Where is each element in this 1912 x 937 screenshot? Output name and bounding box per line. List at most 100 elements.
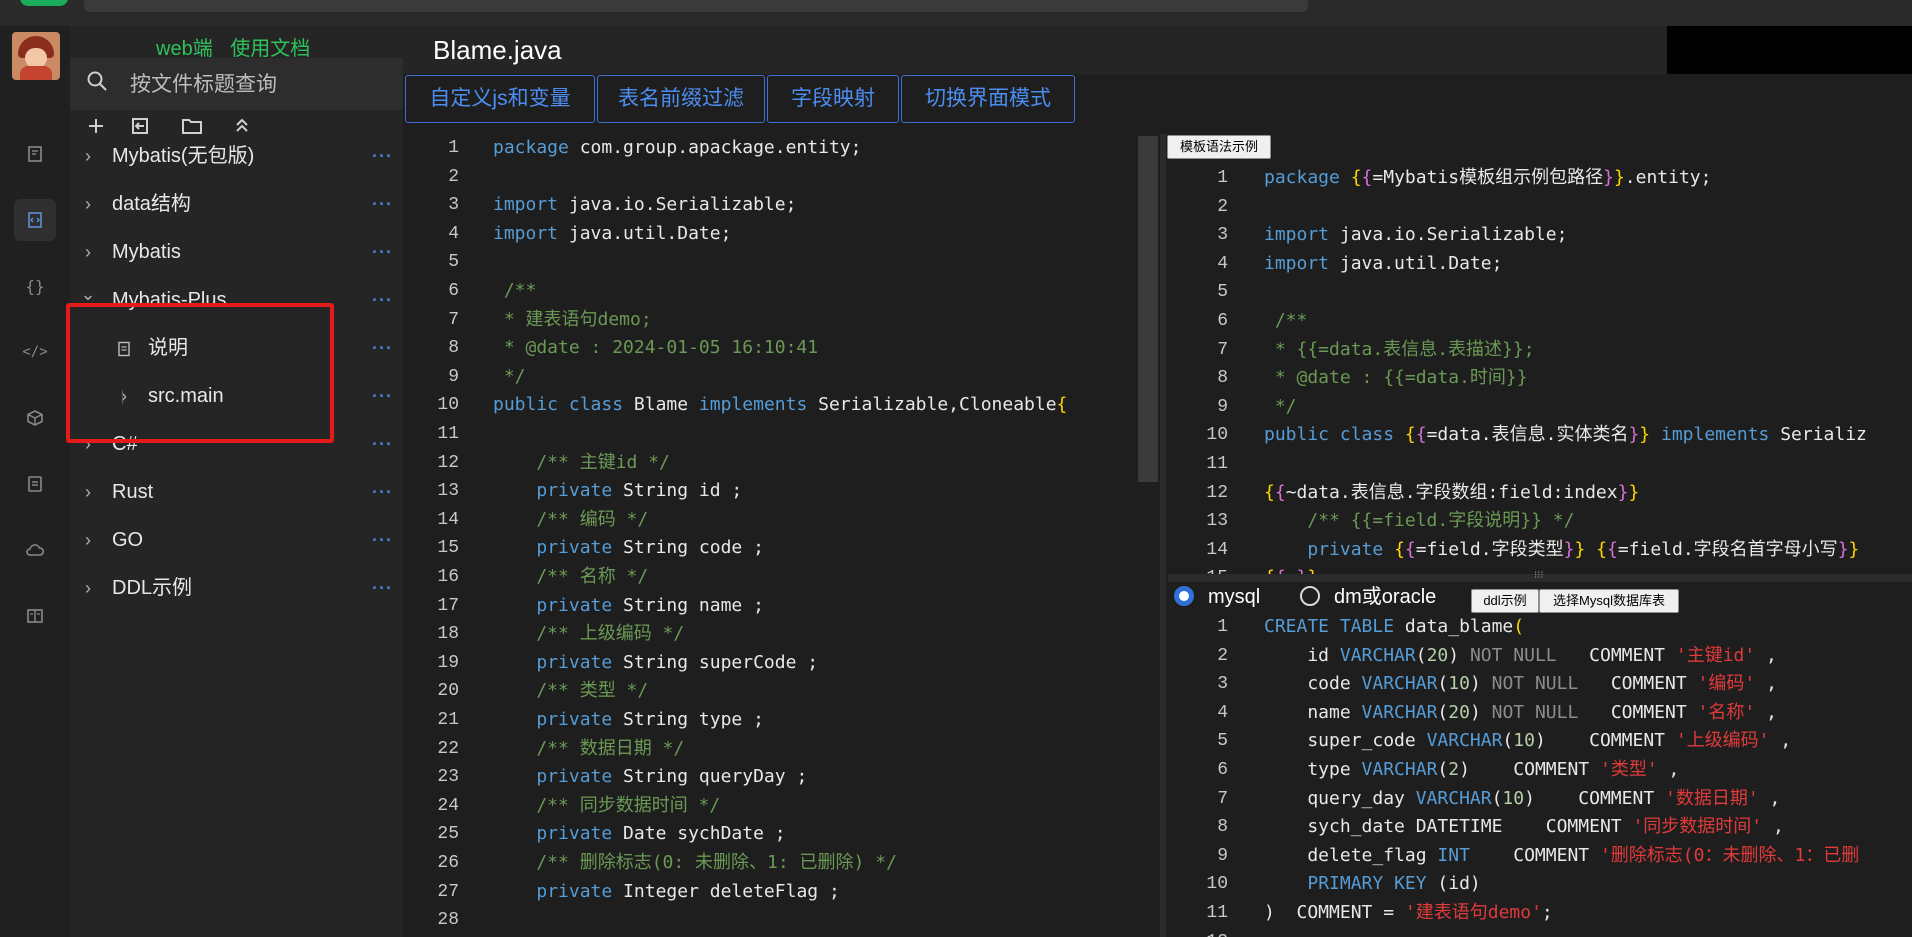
code-text: /** 主键id */ (493, 451, 670, 473)
code-line: 8 * @date : 2024-01-05 16:10:41 (403, 334, 1137, 362)
line-number: 4 (448, 223, 459, 244)
line-number: 6 (1217, 760, 1228, 780)
code-text: import java.io.Serializable; (1264, 224, 1568, 246)
tree-item-mybatis-no-package[interactable]: › Mybatis(无包版) ··· (78, 134, 398, 178)
notes-icon[interactable] (14, 133, 56, 175)
code-line: 12 {{~data.表信息.字段数组:field:index}} (1168, 479, 1912, 507)
search-input[interactable] (128, 70, 382, 100)
avatar[interactable] (12, 32, 60, 80)
code-line: 2 id VARCHAR(20) NOT NULL COMMENT '主键id'… (1168, 642, 1912, 670)
document-icon[interactable] (14, 463, 56, 505)
line-number: 7 (448, 309, 459, 330)
tree-item-rust[interactable]: › Rust ··· (78, 470, 398, 514)
docs-link[interactable]: 使用文档 (230, 38, 310, 60)
more-options-icon[interactable]: ··· (372, 278, 393, 322)
code-line: 8 sych_date DATETIME COMMENT '同步数据时间' , (1168, 813, 1912, 841)
more-options-icon[interactable]: ··· (372, 470, 393, 514)
code-text: /** 类型 */ (493, 680, 649, 702)
more-options-icon[interactable]: ··· (372, 566, 393, 610)
editor-scrollbar[interactable] (1138, 136, 1158, 482)
tree-item-ddl-example[interactable]: › DDL示例 ··· (78, 566, 398, 610)
code-text: PRIMARY KEY (id) (1307, 873, 1481, 895)
more-options-icon[interactable]: ··· (372, 230, 393, 274)
cloud-icon[interactable] (14, 529, 56, 571)
file-title-bar: Blame.java (403, 26, 1667, 74)
code-text: code VARCHAR(10) NOT NULL COMMENT '编码' , (1264, 673, 1777, 695)
code-text: package com.group.apackage.entity; (493, 137, 862, 158)
line-number: 22 (437, 738, 459, 759)
ddl-sql-editor[interactable]: 1 CREATE TABLE data_blame(2 id VARCHAR(20… (1168, 613, 1912, 937)
custom-js-variables-button[interactable]: 自定义js和变量 (405, 75, 595, 123)
switch-ui-mode-button[interactable]: 切换界面模式 (901, 75, 1075, 123)
chevron-right-icon[interactable]: › (78, 134, 98, 178)
code-text: private String id ; (536, 480, 743, 502)
more-options-icon[interactable]: ··· (372, 134, 393, 178)
tree-item-go[interactable]: › GO ··· (78, 518, 398, 562)
code-line: 11 (403, 420, 1137, 448)
code-text: */ (1264, 395, 1297, 417)
address-bar[interactable] (84, 0, 1308, 12)
select-mysql-table-button[interactable]: 选择Mysql数据库表 (1539, 589, 1679, 613)
more-options-icon[interactable]: ··· (372, 374, 393, 418)
vertical-splitter[interactable] (1160, 134, 1166, 937)
more-options-icon[interactable]: ··· (372, 326, 393, 370)
code-line: 17 private String name ; (403, 592, 1137, 620)
book-icon[interactable] (14, 595, 56, 637)
line-number: 5 (1217, 282, 1228, 303)
more-options-icon[interactable]: ··· (372, 182, 393, 226)
code-line: 7 * 建表语句demo; (403, 306, 1137, 334)
code-text: import java.util.Date; (493, 222, 732, 244)
line-number: 23 (437, 767, 459, 788)
code-text: {{~data.表信息.字段数组:field:index}} (1264, 481, 1640, 503)
tree-item-label: DDL示例 (112, 577, 193, 599)
tree-item-label: Mybatis (112, 241, 181, 263)
template-code-editor[interactable]: 1 package {{=Mybatis模板组示例包路径}}.entity; 2 3 i… (1168, 164, 1912, 574)
java-code-editor[interactable]: 1 package com.group.apackage.entity; 2 3 imp… (403, 134, 1137, 937)
template-syntax-example-button[interactable]: 模板语法示例 (1167, 135, 1271, 159)
radio-selected-icon (1174, 586, 1194, 606)
line-number: 16 (437, 567, 459, 587)
chevron-right-icon[interactable]: › (78, 566, 98, 610)
chevron-right-icon[interactable]: › (78, 182, 98, 226)
code-line: 1 package {{=Mybatis模板组示例包路径}}.entity; (1168, 164, 1912, 192)
braces-icon[interactable]: {} (14, 265, 56, 307)
line-number: 14 (1206, 539, 1228, 560)
table-prefix-filter-button[interactable]: 表名前缀过滤 (597, 75, 765, 123)
line-number: 9 (1217, 396, 1228, 417)
code-text: import java.io.Serializable; (493, 194, 797, 216)
more-options-icon[interactable]: ··· (372, 518, 393, 562)
code-line: 19 private String superCode ; (403, 649, 1137, 677)
line-number: 8 (448, 338, 459, 359)
chevron-right-icon[interactable]: › (78, 518, 98, 562)
tree-item-data-structure[interactable]: › data结构 ··· (78, 182, 398, 226)
chevron-right-icon[interactable]: › (78, 230, 98, 274)
line-number: 15 (1168, 564, 1228, 574)
line-number: 9 (1217, 845, 1228, 866)
line-number: 2 (1217, 645, 1228, 666)
field-mapping-button[interactable]: 字段映射 (767, 75, 899, 123)
line-number: 4 (1217, 253, 1228, 274)
line-number: 9 (448, 366, 459, 387)
code-file-icon[interactable] (14, 199, 56, 241)
radio-dm-oracle-label: dm或oracle (1334, 586, 1437, 608)
code-line: 27 private Integer deleteFlag ; (403, 878, 1137, 906)
black-overlay-region (1667, 26, 1912, 74)
code-line: 6 type VARCHAR(2) COMMENT '类型' , (1168, 756, 1912, 784)
more-options-icon[interactable]: ··· (372, 422, 393, 466)
line-number: 8 (1217, 817, 1228, 838)
code-text: CREATE TABLE data_blame( (1264, 616, 1525, 637)
line-number: 10 (1206, 874, 1228, 895)
chevron-right-icon[interactable]: › (78, 470, 98, 514)
code-text: ) COMMENT = '建表语句demo'; (1264, 902, 1553, 923)
horizontal-splitter[interactable]: ⁝⁝⁝ (1168, 570, 1912, 582)
web-link[interactable]: web端 (156, 38, 213, 60)
cube-icon[interactable] (14, 397, 56, 439)
line-number: 11 (1206, 903, 1228, 923)
ddl-example-button[interactable]: ddl示例 (1471, 589, 1539, 613)
tree-item-mybatis[interactable]: › Mybatis ··· (78, 230, 398, 274)
code-line: 3 import java.io.Serializable; (1168, 221, 1912, 249)
code-text: /** 上级编码 */ (493, 623, 685, 645)
code-tag-icon[interactable]: </> (14, 331, 56, 373)
code-line: 24 /** 同步数据时间 */ (403, 792, 1137, 820)
line-number: 1 (448, 138, 459, 158)
